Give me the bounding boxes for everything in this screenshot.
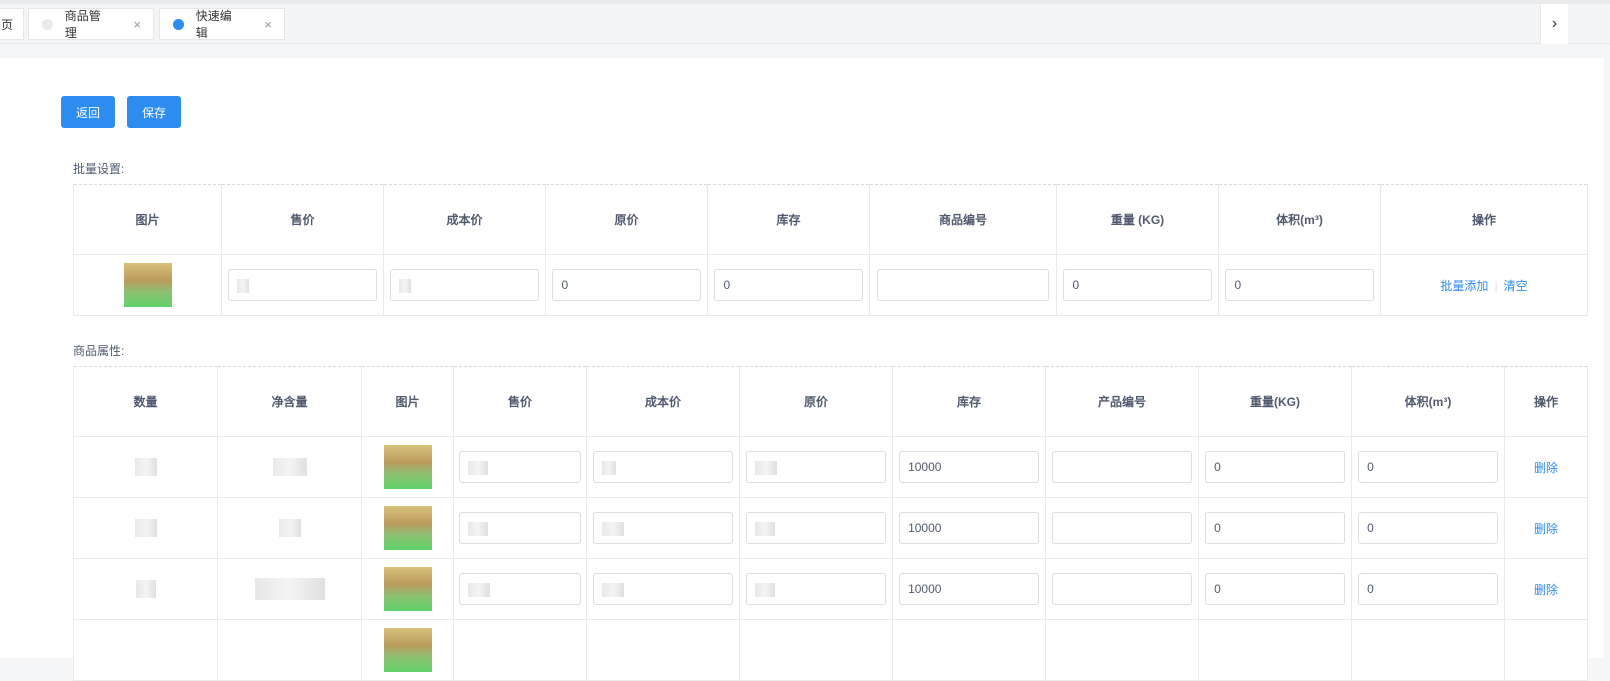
save-button[interactable]: 保存 [127, 96, 182, 128]
table-row: 10000 0 0 删除 [73, 436, 1588, 498]
column-header: 重量(KG) [1198, 366, 1352, 437]
column-header: 库存 [707, 184, 870, 255]
volume-input[interactable]: 0 [1358, 451, 1498, 483]
product-image[interactable] [383, 628, 432, 672]
price-input[interactable] [459, 573, 581, 605]
cost-price-input[interactable] [593, 512, 733, 544]
column-header: 库存 [892, 366, 1046, 437]
net-content-value [272, 458, 307, 476]
cost-price-input[interactable] [593, 451, 733, 483]
price-input[interactable] [459, 451, 581, 483]
volume-input[interactable]: 0 [1225, 269, 1374, 301]
stock-input[interactable]: 10000 [899, 512, 1039, 544]
product-attributes-table: 数量 净含量 图片 售价 成本价 原价 库存 产品编号 重量(KG) 体积(m³… [73, 366, 1588, 681]
table-row: 0 0 0 0 批量添加 | 清空 [73, 254, 1588, 316]
product-image[interactable] [383, 506, 432, 550]
column-header: 图片 [361, 366, 454, 437]
column-header: 体积(m³) [1351, 366, 1505, 437]
column-header: 数量 [73, 366, 218, 437]
tab-label: 页 [1, 17, 14, 32]
product-code-input[interactable] [1052, 451, 1192, 483]
net-content-value [254, 578, 325, 600]
cost-price-input[interactable] [593, 573, 733, 605]
close-icon[interactable]: × [133, 17, 141, 32]
column-header: 图片 [73, 184, 222, 255]
original-price-input[interactable] [746, 573, 886, 605]
table-row [73, 619, 1588, 681]
tab-quick-edit[interactable]: 快速编辑 × [159, 8, 285, 40]
product-image[interactable] [383, 445, 432, 489]
volume-input[interactable]: 0 [1358, 573, 1498, 605]
product-code-input[interactable] [1052, 573, 1192, 605]
column-header: 成本价 [586, 366, 740, 437]
delete-link[interactable]: 删除 [1534, 583, 1558, 597]
tab-bar: 页 商品管理 × 快速编辑 × › [0, 0, 1610, 44]
column-header: 成本价 [383, 184, 546, 255]
cost-price-input[interactable] [390, 269, 539, 301]
column-header: 售价 [453, 366, 587, 437]
table-header-row: 数量 净含量 图片 售价 成本价 原价 库存 产品编号 重量(KG) 体积(m³… [73, 366, 1588, 437]
original-price-input[interactable] [746, 451, 886, 483]
delete-link[interactable]: 删除 [1534, 461, 1558, 475]
net-content-value [278, 519, 301, 537]
content-panel: 返回 保存 批量设置: 图片 售价 成本价 原价 库存 商品编号 重量 (KG)… [0, 58, 1604, 681]
column-header: 原价 [545, 184, 708, 255]
column-header: 操作 [1380, 184, 1588, 255]
tab-status-dot [173, 18, 184, 30]
quantity-value [134, 458, 157, 476]
column-header: 售价 [221, 184, 384, 255]
column-header: 原价 [739, 366, 893, 437]
quantity-value [134, 519, 157, 537]
original-price-input[interactable]: 0 [552, 269, 701, 301]
batch-settings-table: 图片 售价 成本价 原价 库存 商品编号 重量 (KG) 体积(m³) 操作 0… [73, 184, 1588, 316]
tab-label: 商品管理 [64, 9, 101, 40]
column-header: 净含量 [217, 366, 362, 437]
stock-input[interactable]: 0 [714, 269, 863, 301]
attributes-section-label: 商品属性: [73, 344, 125, 358]
table-row: 10000 0 0 删除 [73, 497, 1588, 559]
original-price-input[interactable] [746, 512, 886, 544]
column-header: 操作 [1504, 366, 1588, 437]
price-input[interactable] [459, 512, 581, 544]
clear-link[interactable]: 清空 [1504, 279, 1528, 293]
tab-status-dot [42, 18, 53, 30]
close-icon[interactable]: × [264, 17, 272, 32]
stock-input[interactable]: 10000 [899, 573, 1039, 605]
back-button[interactable]: 返回 [61, 96, 116, 128]
tab-label: 快速编辑 [195, 9, 232, 40]
price-input[interactable] [228, 269, 377, 301]
weight-input[interactable]: 0 [1205, 512, 1345, 544]
divider: | [1494, 278, 1498, 293]
product-image[interactable] [383, 567, 432, 611]
batch-add-link[interactable]: 批量添加 [1440, 279, 1488, 293]
column-header: 商品编号 [869, 184, 1057, 255]
chevron-right-icon[interactable]: › [1540, 4, 1568, 44]
product-image[interactable] [123, 263, 172, 307]
delete-link[interactable]: 删除 [1534, 522, 1558, 536]
volume-input[interactable]: 0 [1358, 512, 1498, 544]
weight-input[interactable]: 0 [1063, 269, 1212, 301]
column-header: 重量 (KG) [1056, 184, 1219, 255]
batch-section-label: 批量设置: [73, 162, 125, 176]
column-header: 产品编号 [1045, 366, 1199, 437]
table-header-row: 图片 售价 成本价 原价 库存 商品编号 重量 (KG) 体积(m³) 操作 [73, 184, 1588, 255]
product-code-input[interactable] [877, 269, 1049, 301]
table-row: 10000 0 0 删除 [73, 558, 1588, 620]
product-code-input[interactable] [1052, 512, 1192, 544]
weight-input[interactable]: 0 [1205, 451, 1345, 483]
tab-home[interactable]: 页 [0, 8, 24, 40]
quantity-value [135, 580, 156, 598]
stock-input[interactable]: 10000 [899, 451, 1039, 483]
weight-input[interactable]: 0 [1205, 573, 1345, 605]
column-header: 体积(m³) [1218, 184, 1381, 255]
tab-product-management[interactable]: 商品管理 × [28, 8, 154, 40]
